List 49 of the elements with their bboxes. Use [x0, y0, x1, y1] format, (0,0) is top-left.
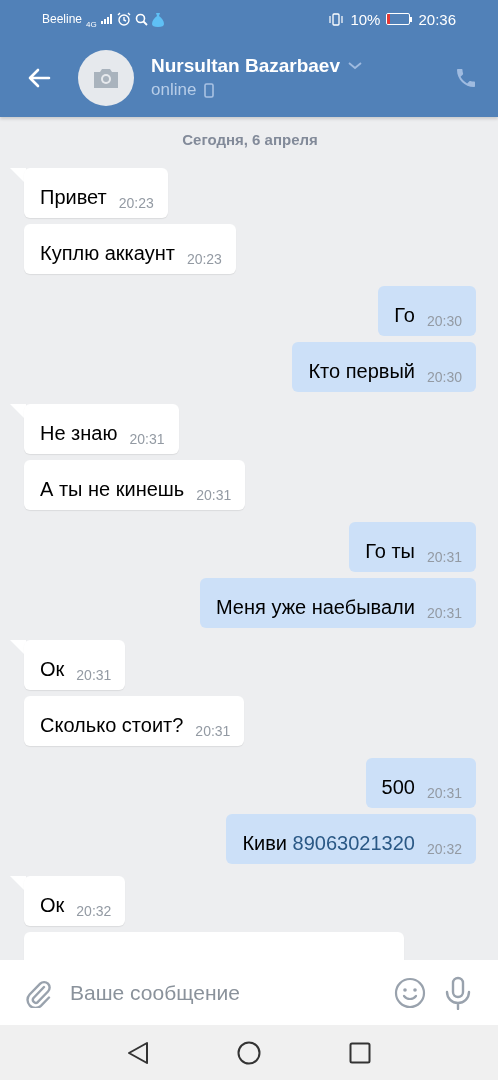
- message-text: Ок: [40, 893, 65, 917]
- phone-device-icon: [204, 82, 215, 98]
- phone-link[interactable]: 89063021320: [292, 832, 415, 854]
- message-time: 20:31: [76, 667, 112, 683]
- home-icon[interactable]: [237, 1040, 261, 1065]
- battery-icon: [386, 13, 413, 25]
- camera-icon: [92, 66, 120, 89]
- network-type: 4G: [86, 19, 97, 29]
- vibrate-icon: [328, 12, 345, 26]
- contact-name[interactable]: Nursultan Bazarbaev: [151, 55, 340, 77]
- date-divider: Сегодня, 6 апреля: [181, 131, 319, 148]
- chevron-down-icon[interactable]: [348, 62, 362, 70]
- back-arrow-icon[interactable]: [27, 67, 51, 88]
- message-time: 20:31: [196, 487, 232, 503]
- microphone-icon[interactable]: [444, 975, 472, 1010]
- message-text: Го: [394, 303, 415, 327]
- clock: 20:36: [418, 10, 456, 28]
- message-text: Привет: [40, 185, 107, 209]
- smiley-icon[interactable]: [394, 976, 426, 1009]
- message-text: Не знаю: [40, 421, 118, 445]
- carrier-name: Beeline: [42, 12, 83, 26]
- message-text: А ты не кинешь: [40, 477, 185, 501]
- message-time: 20:31: [426, 785, 462, 801]
- search-icon: [134, 12, 148, 26]
- message-text: Киви 89063021320: [242, 831, 415, 855]
- message-time: 20:32: [426, 841, 462, 857]
- message-time: 20:23: [118, 195, 154, 211]
- signal-icon: [100, 14, 113, 24]
- message-text: Сколько стоит?: [40, 713, 184, 737]
- alarm-icon: [116, 12, 131, 26]
- battery-percent: 10%: [350, 10, 381, 28]
- money-bag-icon: [151, 11, 164, 27]
- message-time: 20:31: [426, 549, 462, 565]
- message-text: Кто первый: [308, 359, 415, 383]
- message-time: 20:31: [426, 605, 462, 621]
- message-text: Го ты: [365, 539, 415, 563]
- message-text: Меня уже наебывали: [215, 595, 415, 619]
- back-icon[interactable]: [127, 1040, 149, 1065]
- message-time: 20:31: [195, 723, 231, 739]
- message-text: Куплю аккаунт: [40, 241, 175, 265]
- message-text: 500: [381, 775, 415, 799]
- message-text: Ок: [40, 657, 65, 681]
- message-time: 20:23: [186, 251, 222, 267]
- recents-icon[interactable]: [349, 1041, 371, 1064]
- message-time: 20:30: [426, 369, 462, 385]
- online-status: online: [151, 80, 197, 100]
- message-time: 20:31: [129, 431, 165, 447]
- message-time: 20:32: [76, 903, 112, 919]
- message-time: 20:30: [426, 313, 462, 329]
